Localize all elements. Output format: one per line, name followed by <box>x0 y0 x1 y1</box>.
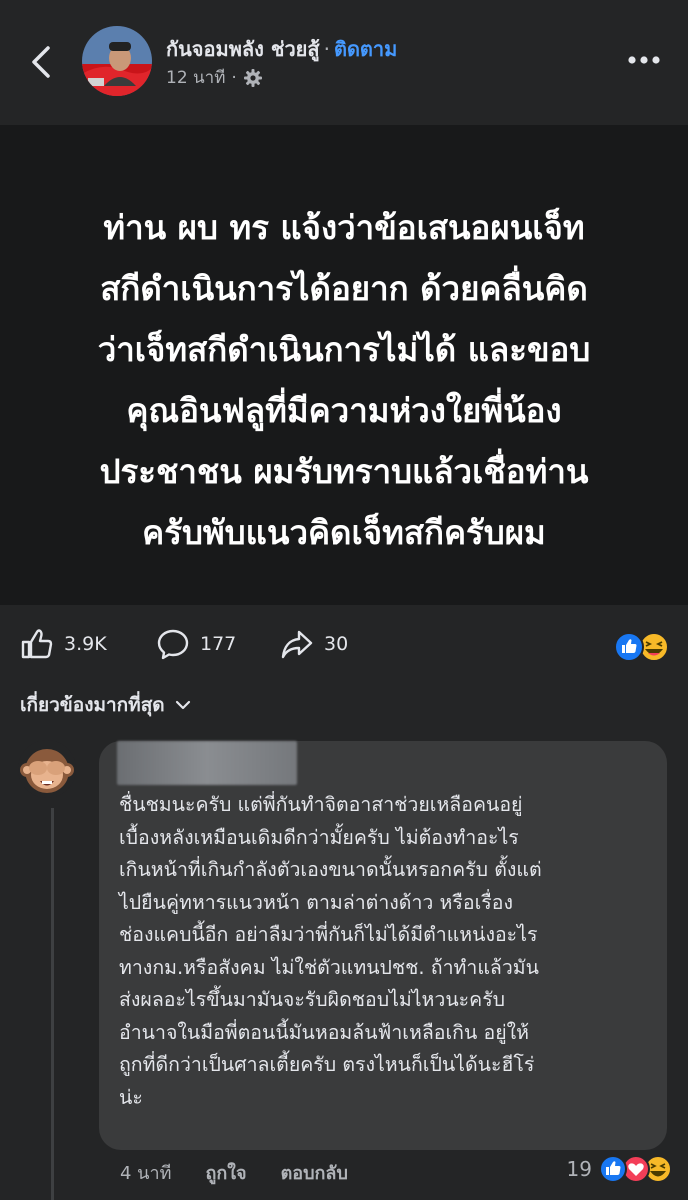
comment-line: ถูกที่ดีกว่าเป็นศาลเตี้ยครับ ตรงไหนก็เป็… <box>119 1053 535 1076</box>
follow-button[interactable]: ติดตาม <box>334 37 397 61</box>
comment-button[interactable]: 177 <box>156 627 236 661</box>
meta-dot: · <box>231 67 237 88</box>
settings-icon <box>243 68 262 87</box>
like-button[interactable]: 3.9K <box>20 627 107 661</box>
post-text: ท่าน ผบ ทร แจ้งว่าข้อเสนอผนเจ็ท สกีดำเนิ… <box>20 197 668 563</box>
comment-line: ชื่นชมนะครับ แต่พี่กันทำจิตอาสาช่วยเหลือ… <box>119 793 523 816</box>
author-name[interactable]: กันจอมพลัง ช่วยสู้ <box>166 37 320 61</box>
like-icon <box>21 629 53 659</box>
comment-like-button[interactable]: ถูกใจ <box>205 1158 246 1187</box>
like-count: 3.9K <box>64 633 107 655</box>
comment-reaction-count: 19 <box>566 1157 592 1181</box>
comment-line: เกินหน้าที่เกินกำลังตัวเองขนาดนั้นหรอกคร… <box>119 858 542 881</box>
post-line: ท่าน ผบ ทร แจ้งว่าข้อเสนอผนเจ็ท <box>103 208 585 247</box>
post-line: คุณอินฟลูที่มีความห่วงใยพี่น้อง <box>126 391 562 430</box>
post-line: ว่าเจ็ทสกีดำเนินการไม่ได้ และขอบ <box>97 330 591 369</box>
share-button[interactable]: 30 <box>280 627 348 661</box>
thread-line <box>51 808 54 1200</box>
action-bar: 3.9K 177 30 <box>0 605 688 683</box>
comment-line: เบื้องหลังเหมือนเดิมดีกว่ามั้ยครับ ไม่ต้… <box>119 825 519 849</box>
post-line: ครับพับแนวคิดเจ็ทสกีครับผม <box>142 513 546 552</box>
like-reaction-icon <box>614 632 644 662</box>
back-icon[interactable] <box>22 40 62 84</box>
comment-line: ทางกม.หรือสังคม ไม่ใช่ตัวแทนปชช. ถ้าทำแล… <box>119 955 539 979</box>
comment-count: 177 <box>200 633 237 655</box>
comment-icon <box>157 629 189 660</box>
post-line: สกีดำเนินการได้อยาก ด้วยคลื่นคิด <box>100 269 588 308</box>
reactions-summary[interactable] <box>614 631 670 663</box>
share-icon <box>281 630 313 659</box>
author-name-line: กันจอมพลัง ช่วยสู้ · ติดตาม <box>166 33 397 65</box>
comment-line: ส่งผลอะไรขึ้นมามันจะรับผิดชอบไม่ไหวนะครั… <box>119 988 506 1011</box>
more-icon[interactable] <box>624 50 664 70</box>
comment-text: ชื่นชมนะครับ แต่พี่กันทำจิตอาสาช่วยเหลือ… <box>119 789 649 1114</box>
post-text-card: ท่าน ผบ ทร แจ้งว่าข้อเสนอผนเจ็ท สกีดำเนิ… <box>0 125 688 605</box>
share-count: 30 <box>324 633 349 655</box>
comment-bubble: ชื่นชมนะครับ แต่พี่กันทำจิตอาสาช่วยเหลือ… <box>99 741 667 1150</box>
post-time[interactable]: 12 นาที <box>166 64 225 91</box>
post-line: ประชาชน ผมรับทราบแล้วเชื่อท่าน <box>99 452 589 491</box>
comment-reply-button[interactable]: ตอบกลับ <box>281 1158 348 1187</box>
blurred-commenter-name <box>117 741 297 785</box>
author-avatar[interactable] <box>82 26 152 96</box>
comment-filter-dropdown[interactable]: เกี่ยวข้องมากที่สุด <box>20 690 191 720</box>
comment-reaction-icons <box>599 1155 672 1183</box>
post-meta: 12 นาที · <box>166 64 263 91</box>
comment-line: อำนาจในมือพี่ตอนนี้มันหอมล้นฟ้าเหลือเกิน… <box>119 1020 530 1044</box>
comment-meta: 4 นาที ถูกใจ ตอบกลับ <box>120 1158 348 1187</box>
comment-line: น่ะ <box>119 1085 143 1109</box>
like-reaction-icon <box>599 1155 627 1183</box>
name-separator: · <box>323 37 330 61</box>
comment-line: ไปยืนคู่ทหารแนวหน้า ตามล่าต่างด้าว หรือเ… <box>119 890 513 914</box>
chevron-down-icon <box>175 700 190 710</box>
post-header: กันจอมพลัง ช่วยสู้ · ติดตาม 12 นาที · <box>0 0 688 125</box>
haha-reaction-icon <box>639 632 669 662</box>
comment-reactions[interactable]: 19 <box>567 1154 674 1184</box>
comment-time[interactable]: 4 นาที <box>120 1158 171 1187</box>
commenter-avatar[interactable] <box>18 740 76 798</box>
comment-line: ช่องแคบนี้อีก อย่าลืมว่าพี่กันก็ไม่ได้มี… <box>119 923 538 946</box>
filter-label: เกี่ยวข้องมากที่สุด <box>20 694 165 716</box>
